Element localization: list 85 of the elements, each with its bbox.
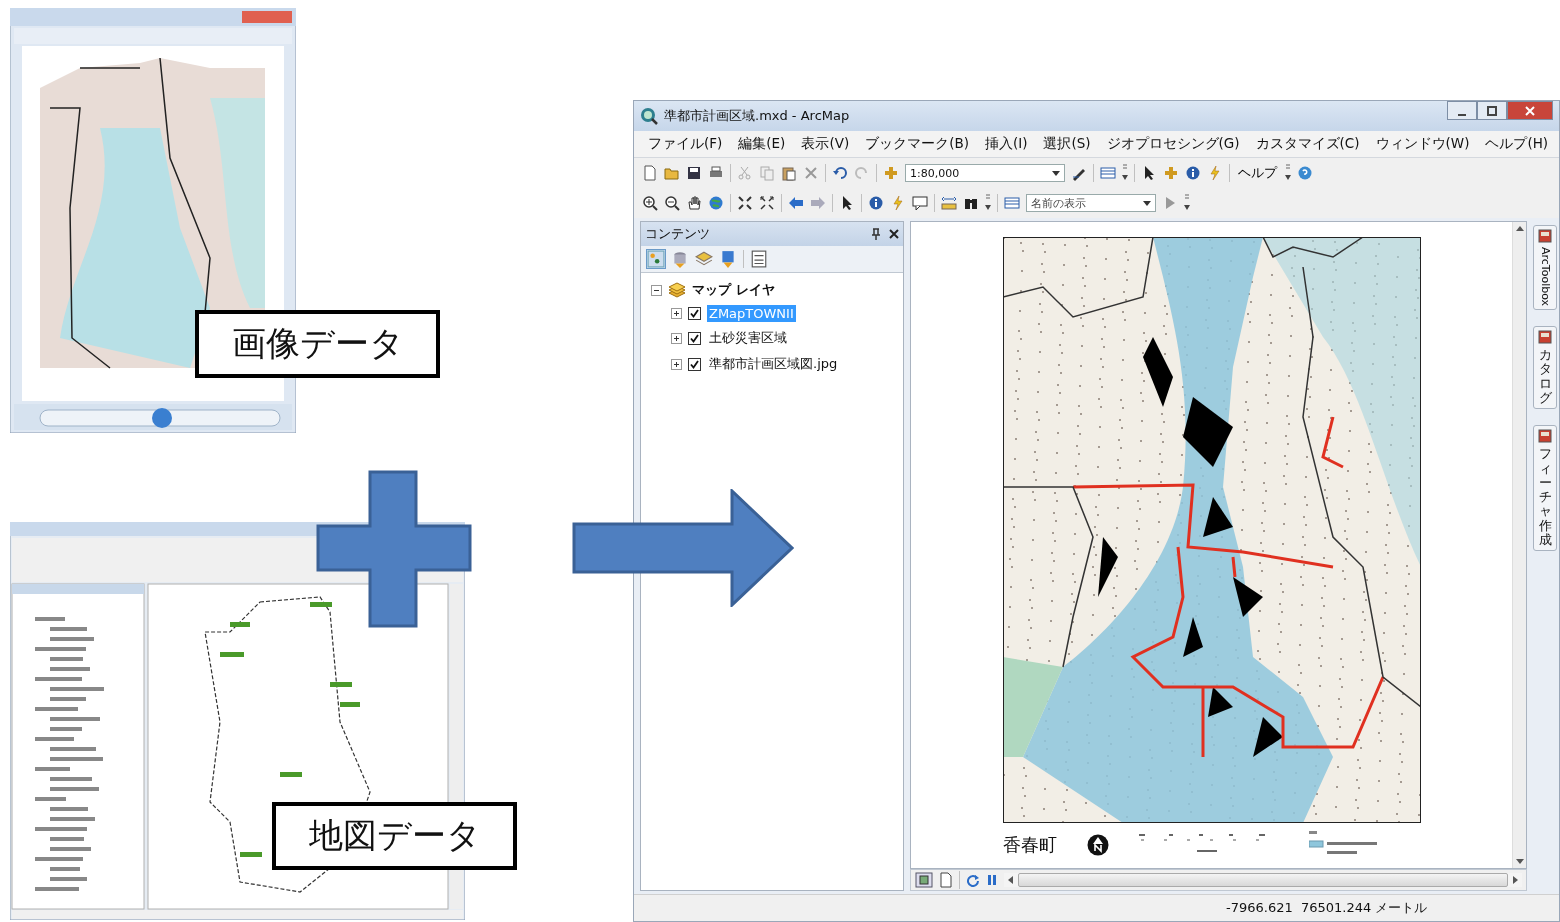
layer-dropdown[interactable]: 名前の表示 xyxy=(1026,194,1156,212)
undo-icon[interactable] xyxy=(832,165,848,181)
side-panel-tab[interactable]: フィーチャ作成 xyxy=(1533,425,1557,552)
panel-title: コンテンツ xyxy=(645,225,711,243)
arrows-in-icon[interactable] xyxy=(737,195,753,211)
menu-item[interactable]: 選択(S) xyxy=(1043,135,1091,153)
paste-icon[interactable] xyxy=(781,165,797,181)
menu-item[interactable]: ヘルプ(H) xyxy=(1485,135,1549,153)
side-panel-tab[interactable]: ArcToolbox xyxy=(1533,225,1557,311)
zoom-in-icon[interactable] xyxy=(642,195,658,211)
close-icon xyxy=(1525,105,1535,116)
menu-item[interactable]: ブックマーク(B) xyxy=(865,135,969,153)
vertical-scrollbar[interactable] xyxy=(1512,222,1526,868)
checkbox[interactable] xyxy=(688,331,701,345)
refresh-icon[interactable] xyxy=(966,873,980,887)
checkmark-icon xyxy=(690,359,699,369)
new-file-icon[interactable] xyxy=(642,165,658,181)
table-icon[interactable] xyxy=(1004,195,1020,211)
dropdown-arrow-icon[interactable] xyxy=(1052,169,1060,177)
menu-item[interactable]: ジオプロセシング(G) xyxy=(1106,135,1240,153)
right-arrow-icon xyxy=(572,489,794,607)
selection-icon[interactable] xyxy=(719,250,737,268)
database-icon[interactable] xyxy=(671,250,689,268)
arrows-out-icon[interactable] xyxy=(759,195,775,211)
place-name: 香春町 xyxy=(1002,833,1057,857)
menu-item[interactable]: 挿入(I) xyxy=(984,135,1028,153)
info-icon[interactable] xyxy=(868,195,884,211)
globe-icon[interactable] xyxy=(708,195,724,211)
left-arrow-icon[interactable] xyxy=(788,195,804,211)
menu-item[interactable]: カスタマイズ(C) xyxy=(1255,135,1360,153)
checkmark-icon xyxy=(690,333,699,343)
close-icon[interactable] xyxy=(889,229,899,239)
save-icon[interactable] xyxy=(686,165,702,181)
layer-name[interactable]: 土砂災害区域 xyxy=(707,328,789,348)
toolbox-icon xyxy=(1538,429,1552,444)
maximize-icon xyxy=(1487,105,1497,116)
layer-name[interactable]: 準都市計画区域図.jpg xyxy=(707,354,840,374)
coordinates-text: -7966.621 76501.244 メートル xyxy=(1226,899,1428,917)
menu-item[interactable]: ファイル(F) xyxy=(648,135,723,153)
hand-icon[interactable] xyxy=(686,195,702,211)
speech-bubble-icon[interactable] xyxy=(912,195,928,211)
maximize-button[interactable] xyxy=(1477,101,1507,120)
expand-icon[interactable] xyxy=(671,358,682,370)
close-button[interactable] xyxy=(1507,101,1553,120)
data-view-icon[interactable] xyxy=(915,872,933,888)
checkmark-icon xyxy=(690,309,699,318)
scroll-left-icon[interactable] xyxy=(1008,876,1014,884)
layers-icon xyxy=(668,282,686,298)
checkbox[interactable] xyxy=(688,357,701,371)
scroll-down-icon[interactable] xyxy=(1515,858,1524,864)
caption-label: 画像データ xyxy=(195,310,440,378)
plus-sign-icon xyxy=(316,470,472,628)
list-by-drawing-order-icon[interactable] xyxy=(647,250,665,268)
layout-view-icon[interactable] xyxy=(939,872,953,888)
list-icon[interactable] xyxy=(750,250,768,268)
app-logo-icon xyxy=(640,107,658,125)
menu-item[interactable]: ウィンドウ(W) xyxy=(1375,135,1470,153)
checkbox[interactable] xyxy=(688,307,701,320)
minimize-icon xyxy=(1458,113,1466,116)
minimize-button[interactable] xyxy=(1447,101,1477,120)
collapse-icon[interactable] xyxy=(651,284,662,296)
help-button[interactable]: ヘルプ xyxy=(1236,164,1279,182)
help-icon[interactable] xyxy=(1297,165,1313,181)
caption-label: 地図データ xyxy=(272,802,517,870)
open-folder-icon[interactable] xyxy=(664,165,680,181)
expand-icon[interactable] xyxy=(671,308,682,319)
expand-icon[interactable] xyxy=(671,332,682,344)
pause-icon[interactable] xyxy=(986,873,998,887)
menu-item[interactable]: 表示(V) xyxy=(801,135,850,153)
table-icon[interactable] xyxy=(1100,165,1116,181)
scroll-up-icon[interactable] xyxy=(1515,226,1524,232)
toolbox-icon xyxy=(1538,330,1552,345)
layer-group-name[interactable]: マップ レイヤ xyxy=(692,281,775,299)
zoom-out-icon[interactable] xyxy=(664,195,680,211)
menu-item[interactable]: 編集(E) xyxy=(738,135,786,153)
info-icon[interactable] xyxy=(1185,165,1201,181)
toolbox-icon xyxy=(1538,229,1552,243)
window-title: 準都市計画区域.mxd - ArcMap xyxy=(664,107,851,125)
scale-dropdown[interactable]: 1:80,000 xyxy=(905,164,1065,182)
layers-icon[interactable] xyxy=(695,250,713,268)
scroll-right-icon[interactable] xyxy=(1512,876,1518,884)
side-panel-tab[interactable]: カタログ xyxy=(1533,326,1557,410)
ruler-icon[interactable] xyxy=(941,195,957,211)
pin-icon[interactable] xyxy=(871,228,881,240)
dropdown-arrow-icon[interactable] xyxy=(1143,199,1151,207)
